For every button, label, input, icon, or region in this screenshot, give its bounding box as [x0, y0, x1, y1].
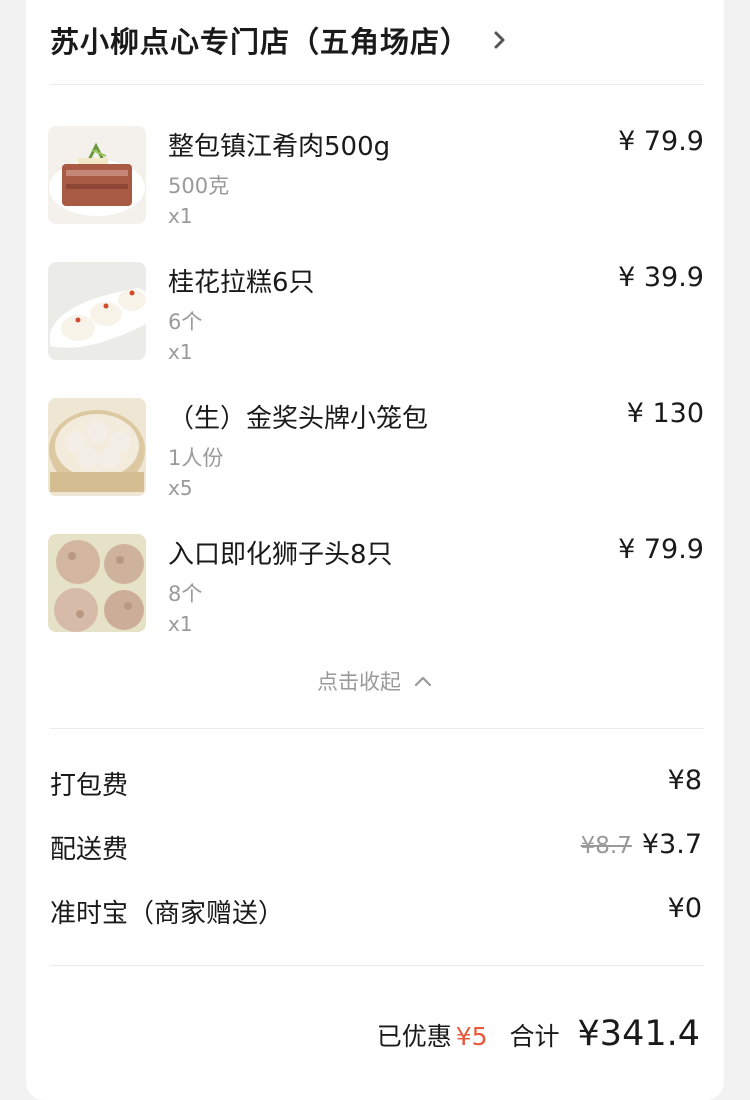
ontime-row: 准时宝（商家赠送） ¥0 [50, 893, 702, 933]
total-value: ¥341.4 [577, 1014, 700, 1054]
total-label: 合计 [509, 1022, 560, 1051]
item-name: 入口即化狮子头8只 [168, 540, 393, 570]
divider [50, 965, 704, 966]
delivery-fee-value: ¥3.7 [641, 829, 702, 860]
delivery-fee-amounts: ¥8.7 ¥3.7 [581, 829, 702, 860]
item-price: ¥ 79.9 [618, 534, 704, 565]
collapse-toggle[interactable]: 点击收起 [26, 666, 724, 696]
item-name: 桂花拉糕6只 [168, 268, 315, 298]
item-spec: 500克 [168, 174, 230, 198]
item-qty: x1 [168, 204, 193, 228]
store-header[interactable]: 苏小柳点心专门店（五角场店） [50, 0, 510, 80]
item-price: ¥ 79.9 [618, 126, 704, 157]
item-spec: 6个 [168, 310, 203, 334]
list-item[interactable]: 入口即化狮子头8只 8个 x1 ¥ 79.9 [48, 534, 704, 638]
divider [50, 84, 704, 85]
item-name: 整包镇江肴肉500g [168, 132, 391, 162]
collapse-label: 点击收起 [317, 670, 401, 694]
store-name[interactable]: 苏小柳点心专门店（五角场店） [50, 19, 470, 61]
meat-dish-image [48, 126, 146, 224]
item-spec: 8个 [168, 582, 203, 606]
item-qty: x1 [168, 340, 193, 364]
packing-fee-value: ¥8 [667, 765, 702, 796]
meatballs-image [48, 534, 146, 632]
chevron-up-icon [414, 676, 432, 687]
item-qty: x5 [168, 476, 193, 500]
item-spec: 1人份 [168, 446, 224, 470]
list-item[interactable]: 桂花拉糕6只 6个 x1 ¥ 39.9 [48, 262, 704, 366]
item-qty: x1 [168, 612, 193, 636]
ontime-value: ¥0 [667, 893, 702, 924]
order-summary: 已优惠 ¥5 合计 ¥341.4 [377, 1014, 700, 1054]
order-card: 苏小柳点心专门店（五角场店） 整包镇江肴肉500g 500克 x1 ¥ 79.9 [26, 0, 724, 1100]
item-price: ¥ 39.9 [618, 262, 704, 293]
divider [50, 728, 704, 729]
delivery-fee-row: 配送费 ¥8.7 ¥3.7 [50, 829, 702, 869]
delivery-fee-label: 配送费 [50, 835, 129, 865]
item-price: ¥ 130 [626, 398, 704, 429]
steamer-dumplings-image [48, 398, 146, 496]
discount-value: ¥5 [455, 1022, 488, 1051]
list-item[interactable]: （生）金奖头牌小笼包 1人份 x5 ¥ 130 [48, 398, 704, 502]
discount-label: 已优惠 [376, 1022, 452, 1051]
chevron-right-icon[interactable] [490, 28, 510, 52]
ontime-label: 准时宝（商家赠送） [50, 899, 285, 929]
list-item[interactable]: 整包镇江肴肉500g 500克 x1 ¥ 79.9 [48, 126, 704, 230]
packing-fee-label: 打包费 [50, 771, 129, 801]
packing-fee-row: 打包费 ¥8 [50, 765, 702, 805]
buns-plate-image [48, 262, 146, 360]
item-name: （生）金奖头牌小笼包 [168, 404, 429, 434]
delivery-fee-original: ¥8.7 [580, 833, 632, 859]
